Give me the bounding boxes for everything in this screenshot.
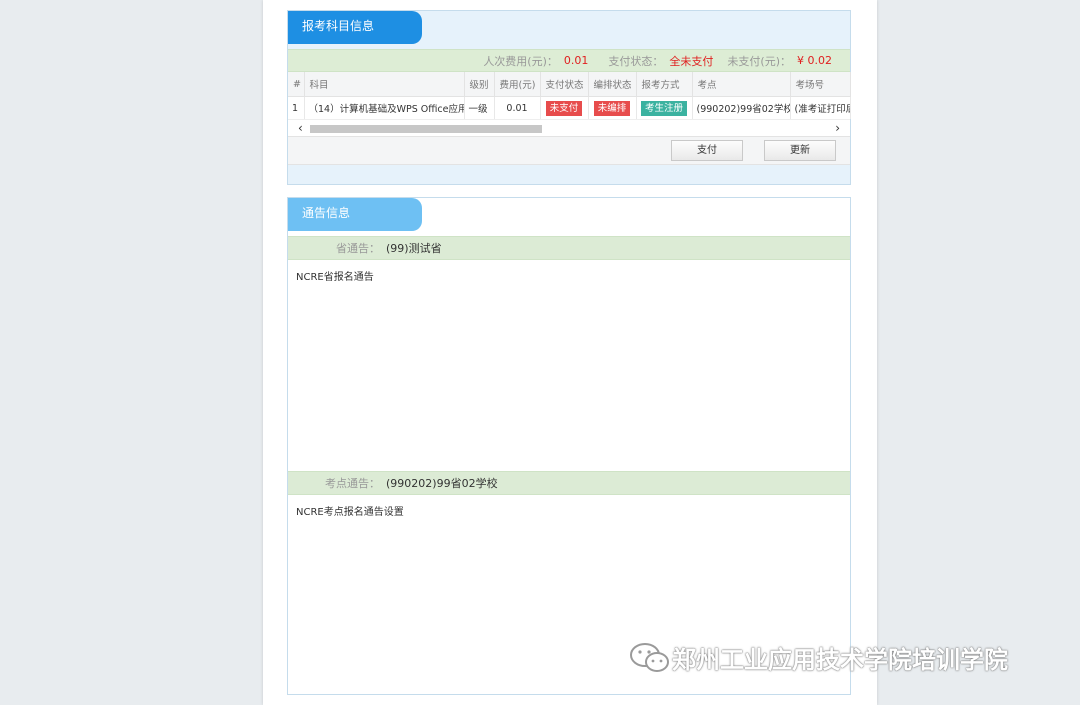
row-site: (990202)99省02学校 bbox=[692, 96, 791, 119]
exam-subject-panel: 报考科目信息 人次费用(元)： 0.01 支付状态： 全未支付 未支付(元)： … bbox=[287, 10, 851, 185]
wechat-icon bbox=[630, 642, 669, 672]
main-page: 报考科目信息 人次费用(元)： 0.01 支付状态： 全未支付 未支付(元)： … bbox=[263, 0, 877, 705]
col-header-level: 级别 bbox=[464, 72, 495, 97]
row-index: 1 bbox=[288, 96, 305, 119]
col-header-mode: 报考方式 bbox=[636, 72, 693, 97]
pay-status-label: 支付状态： bbox=[608, 54, 664, 68]
horizontal-scrollbar[interactable]: ‹ › bbox=[288, 119, 850, 136]
row-pay-status-cell: 未支付 bbox=[540, 96, 589, 119]
refresh-button[interactable]: 更新 bbox=[764, 140, 836, 161]
site-notice-bar: 考点通告： (990202)99省02学校 bbox=[288, 471, 850, 495]
subject-table: # 科目 级别 费用(元) 支付状态 编排状态 报考方式 考点 考场号 1 （1… bbox=[288, 72, 851, 119]
scroll-left-icon[interactable]: ‹ bbox=[298, 121, 303, 135]
unpaid-value: ¥ 0.02 bbox=[797, 54, 832, 67]
col-header-fee: 费用(元) bbox=[494, 72, 541, 97]
notice-panel-header: 通告信息 bbox=[288, 198, 850, 231]
unpaid-label: 未支付(元)： bbox=[727, 54, 791, 68]
person-fee-label: 人次费用(元)： bbox=[483, 54, 558, 68]
exam-panel-tab: 报考科目信息 bbox=[288, 11, 422, 44]
pay-status-value: 全未支付 bbox=[669, 54, 714, 68]
row-subject: （14）计算机基础及WPS Office应用 bbox=[304, 96, 465, 119]
exam-panel-header: 报考科目信息 bbox=[288, 11, 850, 44]
site-notice-body: NCRE考点报名通告设置 bbox=[296, 507, 404, 518]
arrange-status-badge: 未编排 bbox=[593, 100, 631, 116]
person-fee-value: 0.01 bbox=[563, 54, 589, 67]
col-header-site: 考点 bbox=[692, 72, 791, 97]
table-row[interactable]: 1 （14）计算机基础及WPS Office应用 一级 0.01 未支付 未编排… bbox=[288, 96, 851, 119]
col-header-subject: 科目 bbox=[304, 72, 465, 97]
row-level: 一级 bbox=[464, 96, 495, 119]
mode-badge: 考生注册 bbox=[640, 100, 687, 116]
province-notice-value: (99)测试省 bbox=[386, 242, 442, 255]
scroll-right-icon[interactable]: › bbox=[835, 121, 840, 135]
row-fee: 0.01 bbox=[494, 96, 541, 119]
col-header-room: 考场号 bbox=[790, 72, 851, 97]
province-notice-bar: 省通告： (99)测试省 bbox=[288, 236, 850, 260]
col-header-pay-status: 支付状态 bbox=[540, 72, 589, 97]
notice-panel: 通告信息 省通告： (99)测试省 NCRE省报名通告 考点通告： (99020… bbox=[287, 197, 851, 695]
pay-button[interactable]: 支付 bbox=[671, 140, 743, 161]
col-header-index: # bbox=[288, 72, 305, 97]
province-notice-label: 省通告： bbox=[336, 242, 380, 255]
fee-summary-bar: 人次费用(元)： 0.01 支付状态： 全未支付 未支付(元)： ¥ 0.02 bbox=[288, 49, 850, 72]
site-notice-label: 考点通告： bbox=[325, 477, 380, 490]
watermark-text: 郑州工业应用技术学院培训学院 bbox=[672, 646, 1008, 674]
table-header-row: # 科目 级别 费用(元) 支付状态 编排状态 报考方式 考点 考场号 bbox=[288, 72, 851, 97]
action-bar: 支付 更新 bbox=[288, 136, 850, 165]
province-notice-body: NCRE省报名通告 bbox=[296, 272, 374, 283]
row-room: (准考证打印后显示) bbox=[790, 96, 851, 119]
notice-panel-tab: 通告信息 bbox=[288, 198, 422, 231]
scrollbar-thumb[interactable] bbox=[310, 125, 542, 133]
watermark: 郑州工业应用技术学院培训学院 bbox=[628, 640, 1008, 675]
site-notice-value: (990202)99省02学校 bbox=[386, 477, 498, 490]
row-arrange-status-cell: 未编排 bbox=[588, 96, 637, 119]
col-header-arrange-status: 编排状态 bbox=[588, 72, 637, 97]
row-mode-cell: 考生注册 bbox=[636, 96, 693, 119]
pay-status-badge: 未支付 bbox=[545, 100, 583, 116]
